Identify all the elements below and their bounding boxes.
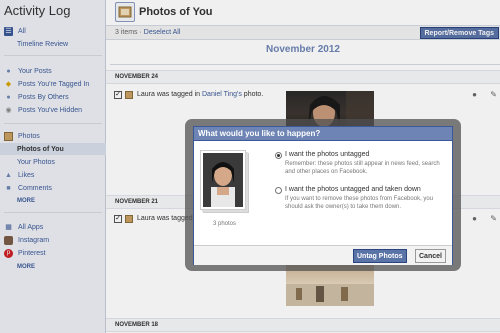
dialog-photo-stack bbox=[200, 150, 246, 210]
selection-toolbar: 3 items · Deselect All Report/Remove Tag… bbox=[106, 26, 500, 40]
tag-icon: ◆ bbox=[5, 81, 12, 88]
more-link[interactable]: MORE bbox=[17, 264, 35, 270]
select-checkbox[interactable]: ✓ bbox=[114, 91, 122, 99]
sidebar-item-label: Posts By Others bbox=[18, 93, 69, 101]
sidebar-item-label: All Apps bbox=[18, 223, 44, 231]
sidebar-item-timeline-review[interactable]: Timeline Review bbox=[0, 38, 106, 50]
dialog-title: What would you like to happen? bbox=[194, 127, 452, 141]
sidebar-item-instagram[interactable]: Instagram bbox=[0, 234, 106, 246]
page-header: Photos of You bbox=[106, 0, 500, 26]
report-remove-tags-button[interactable]: Report/Remove Tags bbox=[419, 27, 499, 39]
activity-text-suffix: photo. bbox=[241, 91, 264, 98]
hidden-icon: ◉ bbox=[5, 107, 12, 114]
more-link[interactable]: MORE bbox=[17, 198, 35, 204]
sidebar-item-label: Likes bbox=[18, 171, 35, 179]
sidebar-item-label: Instagram bbox=[18, 236, 50, 244]
sidebar-item-label: Your Posts bbox=[18, 67, 52, 75]
sidebar-item-likes[interactable]: ▲ Likes bbox=[0, 169, 106, 181]
divider bbox=[4, 55, 102, 56]
edit-pencil-icon[interactable]: ✎ bbox=[490, 214, 497, 223]
divider bbox=[110, 64, 500, 65]
date-label: NOVEMBER 21 bbox=[115, 199, 159, 205]
sidebar-item-label: Photos bbox=[18, 132, 40, 140]
sidebar-item-label: Photos of You bbox=[17, 145, 64, 153]
edit-pencil-icon[interactable]: ✎ bbox=[490, 90, 497, 99]
person-icon: ● bbox=[6, 67, 11, 75]
sidebar-item-all-apps[interactable]: ▦ All Apps bbox=[0, 221, 106, 233]
activity-text: Laura was tagged in Daniel Ting's photo. bbox=[137, 91, 263, 98]
untag-photos-button[interactable]: Untag Photos bbox=[353, 249, 407, 263]
photo-icon bbox=[125, 215, 133, 223]
photo-icon bbox=[4, 131, 13, 141]
radio-untag-takedown[interactable] bbox=[275, 187, 282, 194]
date-label: NOVEMBER 24 bbox=[115, 74, 159, 80]
page-title: Photos of You bbox=[139, 6, 213, 18]
sidebar-item-hidden[interactable]: ◉ Posts You've Hidden bbox=[0, 104, 106, 116]
list-icon: ☰ bbox=[4, 26, 13, 36]
option-untag-takedown-label: I want the photos untagged and taken dow… bbox=[285, 186, 421, 193]
divider bbox=[4, 212, 102, 213]
sidebar-item-all[interactable]: ☰ All bbox=[0, 25, 106, 37]
sidebar: Activity Log ☰ All Timeline Review ● You… bbox=[0, 0, 106, 333]
radio-untag[interactable] bbox=[275, 152, 282, 159]
sidebar-item-photos-of-you[interactable]: Photos of You bbox=[0, 143, 106, 155]
cancel-button[interactable]: Cancel bbox=[415, 249, 446, 263]
option-untag-label: I want the photos untagged bbox=[285, 151, 370, 158]
photo-count-caption: 3 photos bbox=[212, 221, 237, 227]
selection-count: 3 items · Deselect All bbox=[115, 29, 180, 36]
date-row: NOVEMBER 18 bbox=[106, 318, 500, 332]
audience-icon[interactable]: ● bbox=[472, 214, 477, 223]
sidebar-item-label: Pinterest bbox=[18, 249, 46, 257]
sidebar-item-your-photos[interactable]: Your Photos bbox=[0, 156, 106, 168]
sidebar-item-posts-by-others[interactable]: ● Posts By Others bbox=[0, 91, 106, 103]
sidebar-item-comments[interactable]: ■ Comments bbox=[0, 182, 106, 194]
sidebar-item-label: All bbox=[18, 27, 26, 35]
photo-icon bbox=[125, 91, 133, 99]
comment-icon: ■ bbox=[6, 184, 11, 192]
audience-icon[interactable]: ● bbox=[472, 90, 477, 99]
sidebar-item-photos[interactable]: Photos bbox=[0, 130, 106, 142]
sidebar-item-label: Timeline Review bbox=[17, 40, 69, 48]
photo-owner-link[interactable]: Daniel Ting's bbox=[202, 91, 242, 98]
sidebar-item-your-posts[interactable]: ● Your Posts bbox=[0, 65, 106, 77]
option-untag-description: Remember: these photos still appear in n… bbox=[285, 161, 440, 175]
sidebar-title: Activity Log bbox=[4, 3, 71, 18]
selection-count-text: 3 items · bbox=[115, 29, 144, 36]
thumbs-up-icon: ▲ bbox=[5, 171, 12, 179]
divider bbox=[4, 123, 102, 124]
select-checkbox[interactable]: ✓ bbox=[114, 215, 122, 223]
sidebar-item-pinterest[interactable]: p Pinterest bbox=[0, 247, 106, 259]
sidebar-item-label: Your Photos bbox=[17, 158, 55, 166]
sidebar-item-label: Posts You're Tagged In bbox=[18, 80, 90, 88]
month-heading: November 2012 bbox=[266, 44, 340, 55]
option-untag[interactable]: I want the photos untagged Remember: the… bbox=[275, 151, 450, 181]
sidebar-item-label: Posts You've Hidden bbox=[18, 106, 82, 114]
sidebar-item-tagged-in[interactable]: ◆ Posts You're Tagged In bbox=[0, 78, 106, 90]
date-label: NOVEMBER 18 bbox=[115, 322, 159, 328]
photo-album-icon bbox=[115, 2, 135, 22]
deselect-all-link[interactable]: Deselect All bbox=[144, 29, 181, 36]
apps-icon: ▦ bbox=[5, 224, 12, 231]
option-untag-takedown[interactable]: I want the photos untagged and taken dow… bbox=[275, 186, 450, 220]
pinterest-icon: p bbox=[4, 248, 13, 258]
sidebar-item-label: Comments bbox=[18, 184, 52, 192]
activity-text-prefix: Laura was tagged in bbox=[137, 91, 202, 98]
untag-dialog: What would you like to happen? 3 photos … bbox=[193, 126, 453, 265]
option-untag-takedown-description: If you want to remove these photos from … bbox=[285, 196, 434, 210]
date-row: NOVEMBER 24 bbox=[106, 70, 500, 84]
people-icon: ● bbox=[6, 93, 11, 101]
instagram-icon bbox=[4, 235, 13, 245]
dialog-footer: Untag Photos Cancel bbox=[194, 245, 452, 265]
